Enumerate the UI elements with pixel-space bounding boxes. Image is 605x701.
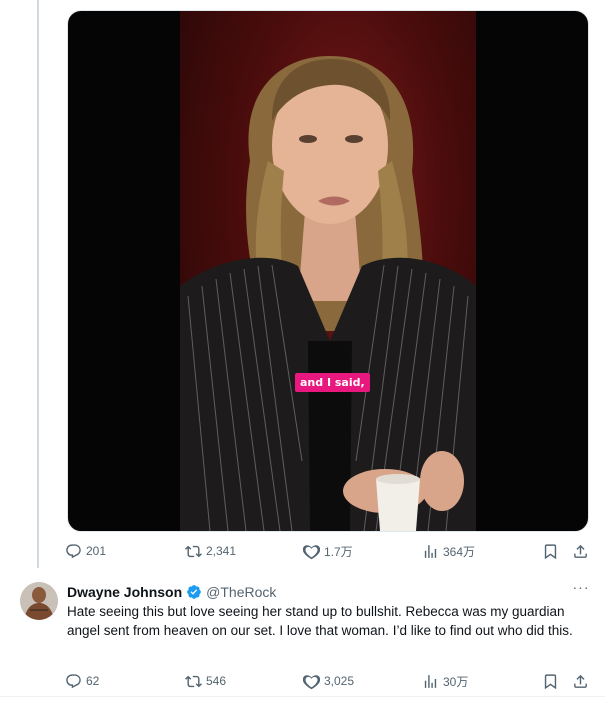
- retweet-count: 2,341: [206, 544, 237, 558]
- reply-tweet-actions: 62 546 3,025 30万: [62, 669, 592, 693]
- like-count: 3,025: [324, 674, 355, 688]
- divider: [0, 696, 605, 697]
- views-button[interactable]: 364万: [422, 540, 475, 562]
- avatar-image: [20, 582, 58, 620]
- display-name[interactable]: Dwayne Johnson: [67, 584, 182, 600]
- share-button[interactable]: [572, 670, 589, 692]
- thread-line: [37, 0, 39, 568]
- video-caption: and I said,: [295, 373, 370, 392]
- like-button[interactable]: 3,025: [303, 670, 354, 692]
- bookmark-icon: [544, 543, 557, 559]
- retweet-button[interactable]: 2,341: [185, 540, 236, 562]
- more-icon[interactable]: ···: [572, 580, 590, 600]
- heart-icon: [303, 674, 320, 689]
- retweet-count: 546: [206, 674, 227, 688]
- bookmark-button[interactable]: [542, 540, 559, 562]
- reply-icon: [66, 673, 81, 688]
- handle[interactable]: @TheRock: [206, 584, 276, 600]
- like-button[interactable]: 1.7万: [303, 540, 353, 562]
- video-player[interactable]: and I said,: [67, 10, 589, 532]
- views-button[interactable]: 30万: [422, 670, 468, 692]
- share-button[interactable]: [572, 540, 589, 562]
- views-icon: [424, 544, 437, 558]
- views-icon: [424, 674, 437, 688]
- reply-count: 201: [86, 544, 107, 558]
- bookmark-icon: [544, 673, 557, 689]
- avatar[interactable]: [20, 582, 58, 620]
- reply-count: 62: [86, 674, 100, 688]
- retweet-icon: [185, 545, 202, 557]
- share-icon: [574, 674, 587, 688]
- retweet-button[interactable]: 546: [185, 670, 226, 692]
- video-frame: [180, 11, 476, 531]
- heart-icon: [303, 544, 320, 559]
- main-tweet-actions: 201 2,341 1.7万 364万: [62, 539, 592, 563]
- views-count: 364万: [443, 544, 476, 559]
- views-count: 30万: [443, 674, 469, 689]
- reply-text: Hate seeing this but love seeing her sta…: [67, 604, 573, 638]
- retweet-icon: [185, 675, 202, 687]
- share-icon: [574, 544, 587, 558]
- video-still: [180, 56, 476, 531]
- reply-button[interactable]: 62: [65, 670, 99, 692]
- reply-header: Dwayne Johnson @TheRock: [67, 582, 276, 602]
- like-count: 1.7万: [324, 544, 353, 559]
- bookmark-button[interactable]: [542, 670, 559, 692]
- reply-icon: [66, 543, 81, 558]
- verified-badge-icon: [186, 584, 202, 600]
- reply-button[interactable]: 201: [65, 540, 106, 562]
